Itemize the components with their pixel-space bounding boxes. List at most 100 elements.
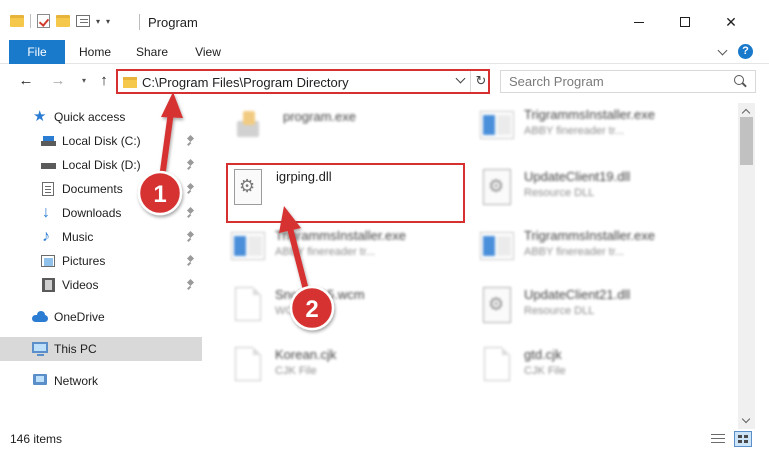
help-icon[interactable]: ? (738, 44, 753, 59)
file-name: Korean.cjk (275, 347, 337, 362)
folder-icon (123, 77, 137, 88)
file-name: program.exe (283, 109, 356, 124)
search-input[interactable] (501, 71, 721, 92)
file-item[interactable]: UpdateClient21.dll Resource DLL (480, 283, 720, 331)
expand-ribbon-icon[interactable] (717, 46, 729, 58)
chevron-down-icon[interactable] (455, 75, 465, 85)
folder-icon (10, 15, 24, 27)
file-item[interactable]: Snob2015.wcm WCM File (231, 283, 471, 331)
pin-icon[interactable] (187, 256, 195, 266)
file-item[interactable]: program.exe (231, 103, 471, 151)
address-bar[interactable]: C:\Program Files\Program Directory ↻ (116, 69, 490, 94)
sidebar-item-pictures[interactable]: Pictures (0, 249, 202, 273)
videos-icon (42, 278, 55, 292)
sidebar-item-network[interactable]: Network (0, 369, 202, 393)
sidebar-item-label: This PC (54, 342, 97, 356)
pin-icon[interactable] (187, 208, 195, 218)
close-icon: ✕ (725, 13, 737, 30)
pin-icon[interactable] (187, 160, 195, 170)
recent-locations-icon[interactable]: ▾ (74, 71, 94, 91)
minimize-icon (634, 21, 644, 23)
maximize-button[interactable] (662, 8, 708, 36)
details-view-icon[interactable] (711, 433, 725, 445)
sidebar-item-label: Videos (62, 278, 99, 292)
pin-icon[interactable] (187, 232, 195, 242)
large-icons-view-icon[interactable] (734, 431, 752, 447)
sidebar-item-local-disk-d[interactable]: Local Disk (D:) (0, 153, 202, 177)
vertical-scrollbar[interactable] (738, 103, 755, 429)
sidebar-item-label: Pictures (62, 254, 106, 268)
minimize-button[interactable] (616, 8, 662, 36)
tab-file[interactable]: File (9, 40, 65, 64)
exe-icon (237, 109, 263, 139)
file-item[interactable]: TrigrammsInstaller.exe ABBY finereader t… (480, 103, 720, 151)
file-item[interactable]: TrigrammsInstaller.exe ABBY finereader t… (231, 224, 471, 272)
scroll-down-icon[interactable] (738, 413, 755, 429)
file-item[interactable]: gtd.cjk CJK File (480, 343, 720, 391)
file-name: TrigrammsInstaller.exe (275, 228, 406, 243)
new-folder-icon[interactable] (56, 15, 70, 27)
pin-icon[interactable] (187, 136, 195, 146)
maximize-icon (680, 17, 690, 27)
address-divider (470, 71, 471, 92)
sidebar-item-music[interactable]: Music (0, 225, 202, 249)
blank-file-icon (235, 347, 261, 381)
sidebar-item-downloads[interactable]: Downloads (0, 201, 202, 225)
pc-icon (32, 342, 48, 356)
dll-gear-icon (483, 287, 511, 323)
back-arrow-icon[interactable]: ← (16, 71, 36, 91)
sidebar-item-videos[interactable]: Videos (0, 273, 202, 297)
dll-gear-icon (483, 169, 511, 205)
close-button[interactable]: ✕ (708, 8, 754, 36)
scroll-thumb[interactable] (740, 117, 753, 165)
chevron-down-icon[interactable]: ▾ (96, 17, 100, 26)
file-highlight-box (226, 163, 465, 223)
refresh-icon[interactable]: ↻ (473, 72, 489, 90)
properties-check-icon[interactable] (37, 14, 50, 28)
customize-icon[interactable] (76, 15, 90, 27)
file-type: WCM File (275, 305, 324, 317)
customize-toolbar-icon[interactable]: ▾ (106, 17, 110, 26)
pin-icon[interactable] (187, 184, 195, 194)
installer-icon (480, 232, 514, 260)
network-icon (33, 374, 47, 385)
sidebar-item-label: OneDrive (54, 310, 105, 324)
file-name: TrigrammsInstaller.exe (524, 228, 655, 243)
file-type: ABBY finereader tr... (524, 125, 625, 137)
tab-share[interactable]: Share (128, 40, 176, 64)
sidebar-item-local-disk-c[interactable]: Local Disk (C:) (0, 129, 202, 153)
sidebar-item-quick-access[interactable]: Quick access (0, 105, 202, 129)
tab-home[interactable]: Home (72, 40, 118, 64)
music-icon (42, 230, 57, 244)
tab-view[interactable]: View (186, 40, 230, 64)
forward-arrow-icon[interactable]: → (48, 71, 68, 91)
file-item[interactable]: UpdateClient19.dll Resource DLL (480, 165, 720, 213)
documents-icon (42, 182, 54, 196)
onedrive-icon (32, 310, 48, 324)
file-type: Resource DLL (524, 305, 595, 317)
sidebar-item-onedrive[interactable]: OneDrive (0, 305, 202, 329)
file-name: Snob2015.wcm (275, 287, 365, 302)
search-icon[interactable] (734, 75, 744, 85)
file-name: UpdateClient21.dll (524, 287, 631, 302)
sidebar-item-label: Downloads (62, 206, 122, 220)
file-name: gtd.cjk (524, 347, 562, 362)
up-arrow-icon[interactable]: ↑ (94, 71, 114, 91)
file-list: program.exe TrigrammsInstaller.exe ABBY … (205, 103, 738, 423)
sidebar-item-label: Network (54, 374, 99, 388)
sidebar-item-this-pc[interactable]: This PC (0, 337, 202, 361)
file-item[interactable]: TrigrammsInstaller.exe ABBY finereader t… (480, 224, 720, 272)
file-item[interactable]: Korean.cjk CJK File (231, 343, 471, 391)
downloads-icon (42, 206, 57, 220)
sidebar-item-documents[interactable]: Documents (0, 177, 202, 201)
sidebar-item-label: Documents (62, 182, 123, 196)
status-bar: 146 items (0, 429, 769, 451)
address-path[interactable]: C:\Program Files\Program Directory (142, 75, 349, 90)
sidebar-item-label: Music (62, 230, 94, 244)
pin-icon[interactable] (187, 280, 195, 290)
installer-icon (480, 111, 514, 139)
blank-file-icon (235, 287, 261, 321)
sidebar-item-label: Local Disk (D:) (62, 158, 141, 172)
search-box[interactable] (500, 70, 756, 93)
file-name: UpdateClient19.dll (524, 169, 631, 184)
